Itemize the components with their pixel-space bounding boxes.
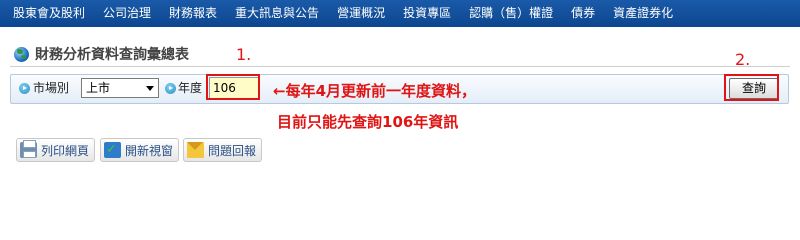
new-window-icon <box>104 142 121 158</box>
nav-item-bonds[interactable]: 債券 <box>562 0 604 27</box>
annotation-note-line-1: ←每年4月更新前一年度資料， <box>273 80 476 101</box>
query-button-highlight <box>724 74 779 101</box>
market-label: 市場別 <box>33 81 70 95</box>
nav-item-operations[interactable]: 營運概況 <box>328 0 394 27</box>
report-issue-button[interactable]: 問題回報 <box>183 138 263 162</box>
bullet-arrow-icon <box>19 83 30 94</box>
nav-item-dividends[interactable]: 股東會及股利 <box>4 0 94 27</box>
page-title: 財務分析資料查詢彙總表 <box>35 47 189 63</box>
year-label: 年度 <box>178 81 203 95</box>
market-select-value: 上市 <box>86 81 111 95</box>
annotation-note-text-1: 每年4月更新前一年度資料， <box>285 82 477 100</box>
printer-icon <box>20 140 37 158</box>
globe-icon <box>14 46 29 62</box>
report-issue-label: 問題回報 <box>208 143 257 158</box>
section-header: 財務分析資料查詢彙總表 <box>14 44 189 64</box>
new-window-button[interactable]: 開新視窗 <box>100 138 180 162</box>
nav-item-financial-statements[interactable]: 財務報表 <box>160 0 226 27</box>
mail-icon <box>187 142 204 158</box>
annotation-note-line-2: 目前只能先查詢106年資訊 <box>277 113 459 131</box>
market-select[interactable]: 上市 <box>81 78 159 98</box>
bullet-arrow-icon <box>165 83 176 94</box>
year-input-highlight <box>206 74 260 100</box>
print-page-label: 列印網頁 <box>41 143 90 158</box>
print-page-button[interactable]: 列印網頁 <box>16 138 96 162</box>
nav-item-investment[interactable]: 投資專區 <box>394 0 460 27</box>
nav-item-securitization[interactable]: 資產證券化 <box>604 0 682 27</box>
chevron-down-icon <box>146 86 154 91</box>
nav-item-governance[interactable]: 公司治理 <box>94 0 160 27</box>
left-arrow-icon: ← <box>273 82 286 100</box>
annotation-marker-2: 2. <box>735 50 751 69</box>
title-divider <box>10 66 790 67</box>
nav-item-material-announcements[interactable]: 重大訊息與公告 <box>226 0 328 27</box>
annotation-marker-1: 1. <box>236 45 252 64</box>
nav-item-warrants[interactable]: 認購（售）權證 <box>460 0 562 27</box>
new-window-label: 開新視窗 <box>125 143 174 158</box>
top-navigation-bar: 股東會及股利 公司治理 財務報表 重大訊息與公告 營運概況 投資專區 認購（售）… <box>0 0 800 27</box>
